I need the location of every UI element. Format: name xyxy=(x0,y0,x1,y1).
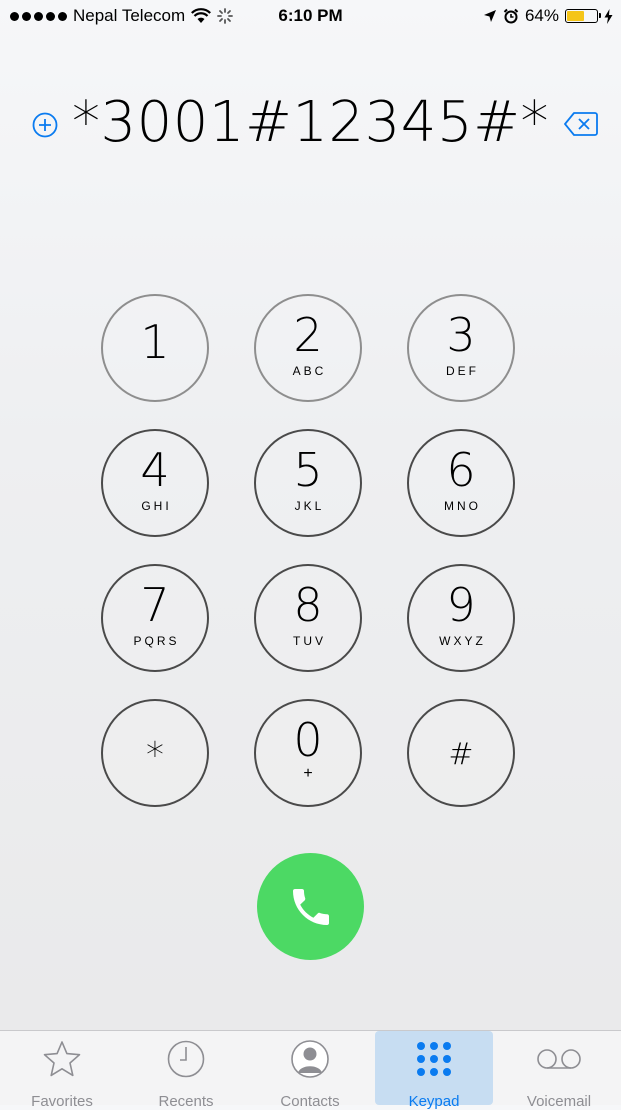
status-bar: Nepal Telecom 6:10 PM 64% xyxy=(0,0,621,34)
key-digit: 5 xyxy=(293,443,323,497)
battery-icon xyxy=(565,9,601,23)
tab-label: Recents xyxy=(158,1093,214,1110)
alarm-icon xyxy=(503,8,519,24)
key-letters: JKL xyxy=(294,499,325,513)
key-letters: TUV xyxy=(293,634,326,648)
key-letters: WXYZ xyxy=(439,634,486,648)
key-digit: * xyxy=(146,735,164,776)
phone-icon xyxy=(292,888,329,925)
tab-contacts[interactable]: Contacts xyxy=(248,1031,372,1110)
delete-backspace-icon[interactable] xyxy=(564,110,598,138)
tab-favorites[interactable]: Favorites xyxy=(0,1031,124,1110)
status-right: 64% xyxy=(483,6,613,26)
tab-keypad[interactable]: Keypad xyxy=(375,1031,493,1110)
tab-label: Voicemail xyxy=(526,1093,592,1110)
key-2[interactable]: 2 ABC xyxy=(254,294,362,402)
key-digit: 3 xyxy=(446,308,476,362)
key-digit: 6 xyxy=(446,443,476,497)
key-letters: MNO xyxy=(444,499,481,513)
key-digit: 7 xyxy=(140,578,170,632)
tab-bar: Favorites Recents Contacts Keypad Voicem… xyxy=(0,1030,621,1110)
voicemail-icon xyxy=(535,1039,583,1079)
key-digit: # xyxy=(448,737,474,772)
key-digit: 4 xyxy=(140,443,170,497)
key-7[interactable]: 7 PQRS xyxy=(101,564,209,672)
tab-label: Contacts xyxy=(280,1093,340,1110)
key-0[interactable]: 0 + xyxy=(254,699,362,807)
location-arrow-icon xyxy=(483,10,496,22)
dialed-number: *3001#12345#* xyxy=(71,90,549,155)
charging-bolt-icon xyxy=(604,8,613,24)
key-star[interactable]: * xyxy=(101,699,209,807)
battery-fill xyxy=(567,11,585,21)
key-letters: GHI xyxy=(141,499,172,513)
key-6[interactable]: 6 MNO xyxy=(407,429,515,537)
person-icon xyxy=(290,1039,330,1079)
key-digit: 9 xyxy=(446,578,476,632)
tab-voicemail[interactable]: Voicemail xyxy=(497,1031,621,1110)
key-4[interactable]: 4 GHI xyxy=(101,429,209,537)
key-1[interactable]: 1 xyxy=(101,294,209,402)
tab-recents[interactable]: Recents xyxy=(124,1031,248,1110)
tab-label: Favorites xyxy=(31,1093,93,1110)
number-display-row: *3001#12345#* xyxy=(0,90,621,160)
key-digit: 2 xyxy=(293,308,323,362)
clock-icon xyxy=(166,1039,206,1079)
tab-label: Keypad xyxy=(408,1093,460,1110)
key-letters: DEF xyxy=(446,364,479,378)
call-button[interactable] xyxy=(257,853,364,960)
key-letters: ABC xyxy=(292,364,327,378)
key-5[interactable]: 5 JKL xyxy=(254,429,362,537)
key-letters: PQRS xyxy=(133,634,180,648)
key-digit: 1 xyxy=(140,315,170,369)
key-hash[interactable]: # xyxy=(407,699,515,807)
battery-percent: 64% xyxy=(524,6,559,25)
keypad-icon xyxy=(414,1039,454,1079)
key-8[interactable]: 8 TUV xyxy=(254,564,362,672)
star-icon xyxy=(42,1039,82,1079)
key-digit: 8 xyxy=(293,578,323,632)
key-digit: 0 xyxy=(293,713,323,767)
key-3[interactable]: 3 DEF xyxy=(407,294,515,402)
key-9[interactable]: 9 WXYZ xyxy=(407,564,515,672)
key-letters: + xyxy=(303,765,316,782)
